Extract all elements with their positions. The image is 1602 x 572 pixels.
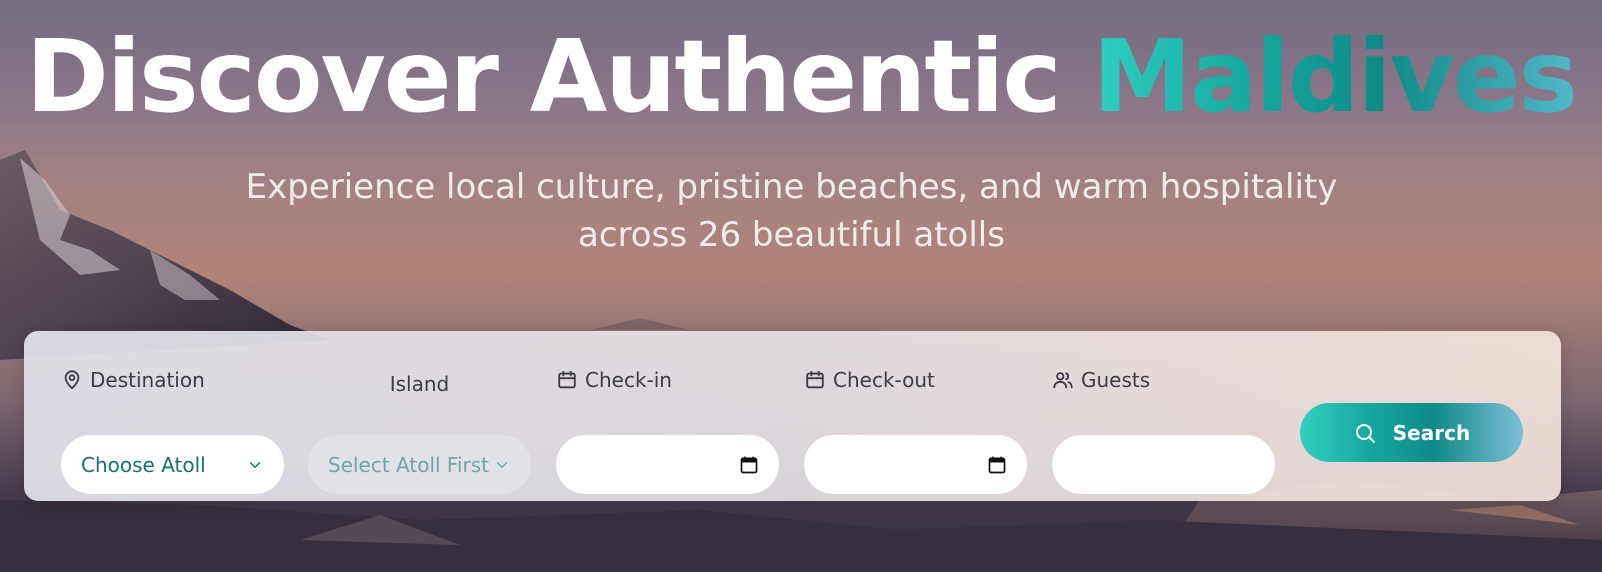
checkout-field: Check-out (804, 367, 1027, 494)
checkout-label-text: Check-out (833, 368, 935, 392)
users-icon (1052, 369, 1074, 391)
checkout-date-input[interactable] (804, 435, 1027, 494)
destination-label: Destination (61, 367, 284, 393)
hero-title: Discover Authentic Maldives (0, 12, 1602, 142)
checkin-date-input[interactable] (556, 435, 779, 494)
search-panel: Destination Choose Atoll Island Select A… (24, 331, 1561, 501)
hero-subtitle-line1: Experience local culture, pristine beach… (245, 167, 1338, 207)
island-select-value: Select Atoll First (328, 452, 490, 477)
checkout-label: Check-out (804, 367, 1027, 393)
chevron-down-icon (493, 456, 511, 474)
search-button-label: Search (1392, 420, 1471, 445)
island-label: Island (308, 367, 531, 397)
hero-subtitle: Experience local culture, pristine beach… (200, 163, 1383, 259)
island-field: Island Select Atoll First (308, 367, 531, 494)
checkin-label-text: Check-in (585, 368, 672, 392)
calendar-icon (556, 369, 578, 391)
guests-label: Guests (1052, 367, 1275, 393)
search-icon (1353, 421, 1377, 445)
island-select[interactable]: Select Atoll First (308, 435, 531, 494)
guests-label-text: Guests (1081, 368, 1151, 392)
calendar-picker-icon[interactable] (739, 455, 759, 475)
destination-label-text: Destination (90, 368, 205, 392)
hero-title-accent: Maldives (1092, 18, 1579, 135)
guests-input[interactable] (1052, 435, 1275, 494)
chevron-down-icon (246, 456, 264, 474)
destination-select-value: Choose Atoll (81, 452, 206, 477)
destination-select[interactable]: Choose Atoll (61, 435, 284, 494)
calendar-picker-icon[interactable] (987, 455, 1007, 475)
map-pin-icon (61, 369, 83, 391)
island-label-text: Island (389, 372, 450, 396)
hero-subtitle-line2: across 26 beautiful atolls (578, 215, 1005, 255)
calendar-icon (804, 369, 826, 391)
search-button[interactable]: Search (1300, 403, 1523, 462)
guests-field: Guests (1052, 367, 1275, 494)
hero-title-main: Discover Authentic (25, 18, 1093, 135)
checkin-label: Check-in (556, 367, 779, 393)
checkin-field: Check-in (556, 367, 779, 494)
destination-field: Destination Choose Atoll (61, 367, 284, 494)
